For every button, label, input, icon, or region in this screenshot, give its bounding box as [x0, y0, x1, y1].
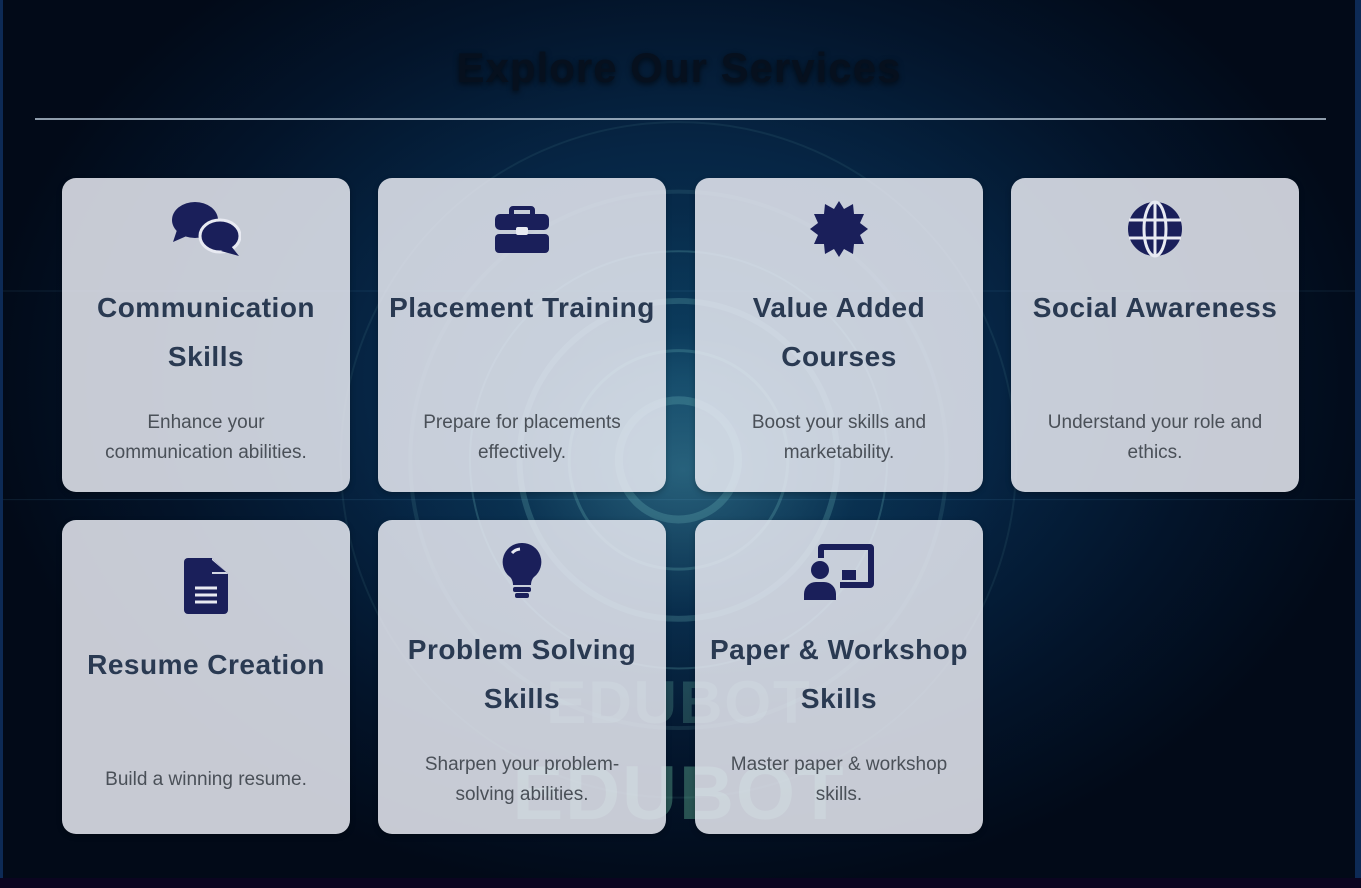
briefcase-icon	[378, 202, 666, 254]
service-card-value-added[interactable]: Value Added Courses Boost your skills an…	[695, 178, 983, 492]
title-divider	[35, 118, 1326, 120]
globe-icon	[1011, 200, 1299, 258]
service-title: Value Added Courses	[752, 292, 926, 372]
service-description: Master paper & workshop skills.	[730, 754, 948, 805]
service-title: Paper & Workshop Skills	[710, 634, 968, 714]
service-title: Problem Solving Skills	[407, 634, 637, 714]
service-card-resume[interactable]: Resume Creation Build a winning resume.	[62, 520, 350, 834]
service-title: Placement Training	[389, 292, 655, 323]
presentation-icon	[695, 544, 983, 600]
file-icon	[62, 558, 350, 614]
services-page: EDUBOT EDUBOT Explore Our Services Commu…	[0, 0, 1361, 878]
page-title: Explore Our Services	[456, 44, 902, 91]
service-description: Prepare for placements effectively.	[423, 412, 621, 463]
service-title: Communication Skills	[96, 292, 316, 372]
service-title: Resume Creation	[87, 649, 325, 680]
service-description: Understand your role and ethics.	[1047, 412, 1263, 463]
service-description: Boost your skills and marketability.	[751, 412, 927, 463]
service-description: Enhance your communication abilities.	[105, 412, 307, 463]
certificate-icon	[695, 200, 983, 258]
service-title: Social Awareness	[1032, 292, 1278, 323]
service-card-communication[interactable]: Communication Skills Enhance your commun…	[62, 178, 350, 492]
service-card-social[interactable]: Social Awareness Understand your role an…	[1011, 178, 1299, 492]
service-card-placement[interactable]: Placement Training Prepare for placement…	[378, 178, 666, 492]
service-description: Sharpen your problem-solving abilities.	[424, 754, 620, 805]
service-card-problem-solving[interactable]: Problem Solving Skills Sharpen your prob…	[378, 520, 666, 834]
service-card-paper-workshop[interactable]: Paper & Workshop Skills Master paper & w…	[695, 520, 983, 834]
service-description: Build a winning resume.	[105, 769, 307, 790]
comments-icon	[62, 200, 350, 258]
lightbulb-icon	[378, 542, 666, 598]
